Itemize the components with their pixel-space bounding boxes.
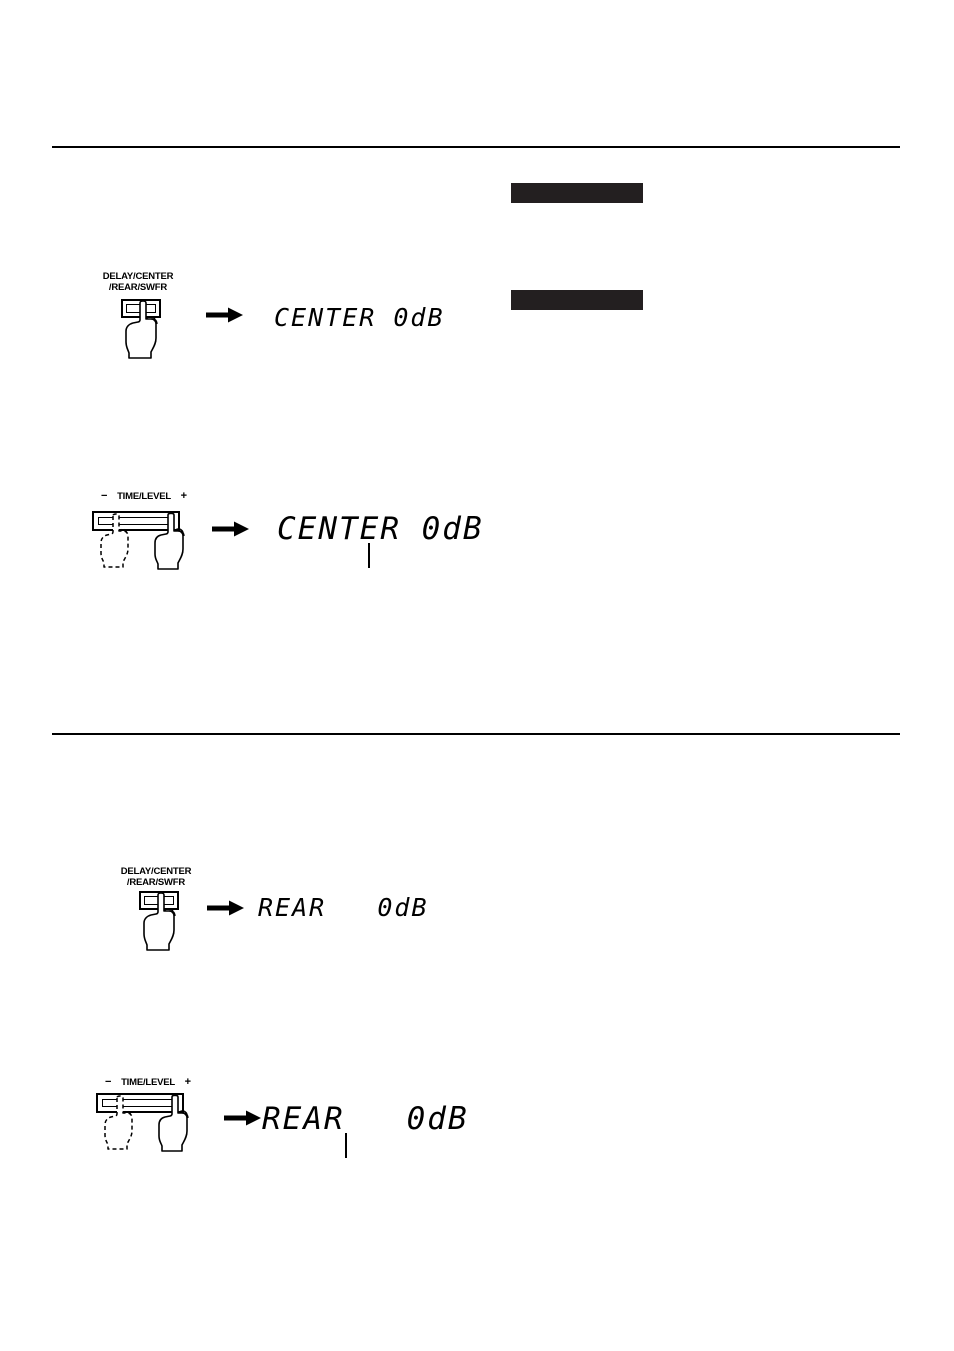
minus-label: −: [101, 490, 108, 502]
plus-label: +: [180, 490, 188, 502]
manual-page: DELAY/CENTER /REAR/SWFR CENTER 0dB − TIM…: [0, 0, 954, 1351]
right-arrow-icon: [206, 307, 244, 323]
delay-center-button-label: DELAY/CENTER /REAR/SWFR: [120, 866, 192, 888]
plus-label: +: [184, 1076, 192, 1088]
lcd-display-rear-select: REAR 0dB: [258, 893, 429, 922]
time-level-label: TIME/LEVEL: [117, 491, 172, 502]
lcd-display-rear-adjust: REAR 0dB: [262, 1101, 469, 1137]
time-level-rocker-labels: − TIME/LEVEL +: [105, 1076, 205, 1088]
right-arrow-icon: [224, 1110, 262, 1126]
top-rule: [52, 146, 900, 148]
middle-rule: [52, 733, 900, 735]
lcd-value-pointer-tick: [368, 543, 370, 568]
press-hand-icon: [148, 512, 196, 571]
press-hand-icon: [136, 892, 188, 952]
press-hand-icon: [118, 300, 170, 360]
time-level-label: TIME/LEVEL: [121, 1077, 176, 1088]
lcd-display-center-adjust: CENTER 0dB: [277, 511, 484, 547]
time-level-rocker-labels: − TIME/LEVEL +: [101, 490, 201, 502]
delay-center-button-label: DELAY/CENTER /REAR/SWFR: [102, 271, 174, 293]
ghost-hand-icon: [98, 1095, 144, 1151]
ghost-hand-icon: [94, 513, 140, 569]
right-arrow-icon: [212, 521, 250, 537]
press-hand-icon: [152, 1094, 200, 1153]
right-arrow-icon: [207, 900, 245, 916]
minus-label: −: [105, 1076, 112, 1088]
redaction-bar-upper: [511, 183, 643, 203]
redaction-bar-lower: [511, 290, 643, 310]
lcd-display-center-select: CENTER 0dB: [274, 303, 445, 332]
lcd-value-pointer-tick: [345, 1133, 347, 1158]
